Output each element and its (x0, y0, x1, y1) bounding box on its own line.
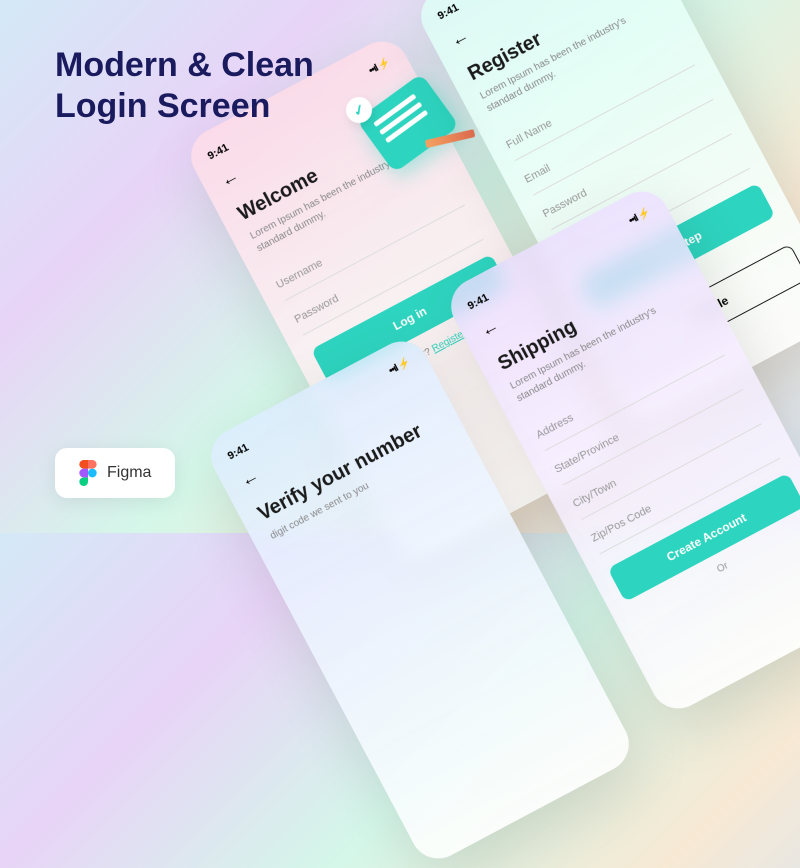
figma-label: Figma (107, 464, 151, 482)
figma-badge: Figma (55, 448, 175, 498)
status-signal: ••ıl ⚡ (387, 357, 411, 377)
status-time: 9:41 (466, 292, 491, 313)
hero-line2: Login Screen (55, 86, 314, 127)
status-time: 9:41 (226, 442, 251, 463)
status-time: 9:41 (436, 2, 461, 23)
hero-title: Modern & Clean Login Screen (55, 45, 314, 127)
figma-icon (79, 460, 97, 486)
status-time: 9:41 (206, 142, 231, 163)
hero-line1: Modern & Clean (55, 45, 314, 86)
status-signal: ••ıl ⚡ (627, 207, 651, 227)
status-signal: ••ıl ⚡ (367, 57, 391, 77)
